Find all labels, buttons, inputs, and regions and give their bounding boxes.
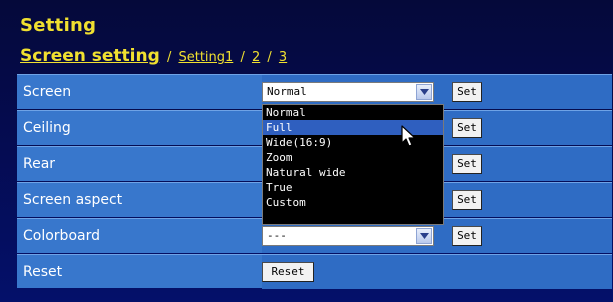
mouse-pointer-icon [401,125,416,147]
screen-select[interactable]: Normal [262,82,434,102]
breadcrumb: Screen setting / Setting1 / 2 / 3 [20,46,287,66]
screen-dropdown-list[interactable]: Normal Full Wide(16:9) Zoom Natural wide… [262,104,444,225]
dropdown-option-true[interactable]: True [263,180,443,195]
breadcrumb-separator: / [240,50,245,65]
rear-set-button[interactable]: Set [452,154,482,174]
chevron-down-icon[interactable] [416,228,432,244]
breadcrumb-separator: / [166,50,172,65]
screen-select-value: Normal [267,85,307,98]
breadcrumb-page-3[interactable]: 3 [279,50,287,65]
chevron-down-icon[interactable] [416,84,432,100]
dropdown-option-zoom[interactable]: Zoom [263,150,443,165]
dropdown-option-normal[interactable]: Normal [263,105,443,120]
dropdown-option-natural-wide[interactable]: Natural wide [263,165,443,180]
screen-set-button[interactable]: Set [452,82,482,102]
breadcrumb-separator: / [267,50,272,65]
reset-button[interactable]: Reset [262,262,314,282]
row-label-reset: Reset [23,264,63,280]
dropdown-option-custom[interactable]: Custom [263,195,443,210]
row-label-screen: Screen [23,84,72,100]
breadcrumb-setting1[interactable]: Setting1 [178,50,233,65]
colorboard-set-button[interactable]: Set [452,226,482,246]
screen-aspect-set-button[interactable]: Set [452,190,482,210]
row-label-ceiling: Ceiling [23,120,71,136]
colorboard-select[interactable]: --- [262,226,434,246]
page-title: Setting [20,15,97,36]
ceiling-set-button[interactable]: Set [452,118,482,138]
setting-row-reset: Reset Reset [17,254,612,289]
row-label-rear: Rear [23,156,56,172]
colorboard-select-value: --- [267,229,287,242]
row-label-screen-aspect: Screen aspect [23,192,123,208]
row-label-colorboard: Colorboard [23,228,100,244]
breadcrumb-page-2[interactable]: 2 [252,50,260,65]
breadcrumb-screen-setting[interactable]: Screen setting [20,46,160,66]
settings-panel: Setting Screen setting / Setting1 / 2 / … [0,0,613,302]
row-control-cell [262,255,612,289]
